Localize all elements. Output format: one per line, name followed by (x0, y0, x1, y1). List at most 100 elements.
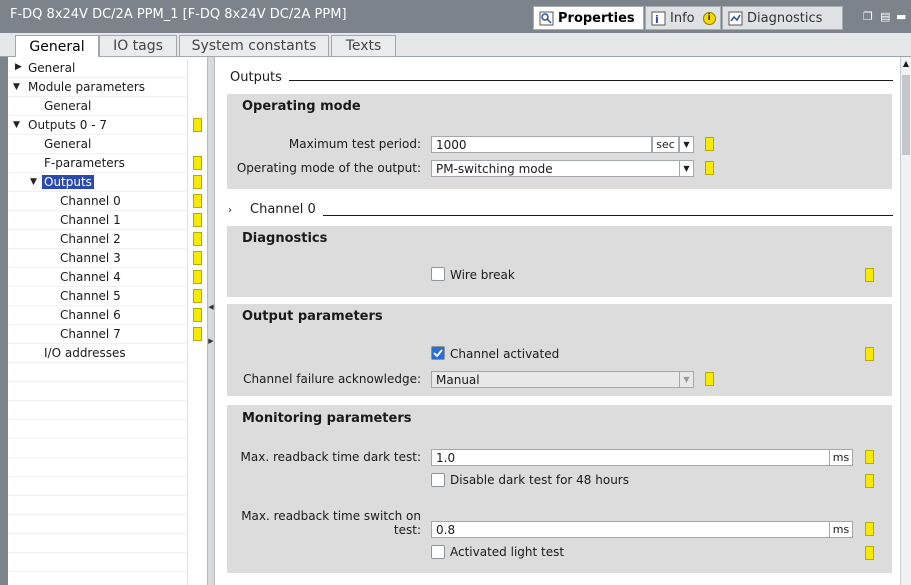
disable-dark-test-label: Disable dark test for 48 hours (450, 473, 629, 487)
scroll-thumb[interactable] (902, 75, 910, 155)
restore-icon[interactable]: ❐ (863, 10, 873, 23)
op-mode-select[interactable]: PM-switching mode (431, 160, 680, 177)
diagnostics-icon (728, 11, 743, 26)
channel-divider (323, 215, 893, 216)
tree-item-channel-6[interactable]: Channel 6 (60, 305, 121, 324)
tab-system-constants[interactable]: System constants (179, 35, 329, 57)
flag-channel-0 (193, 194, 202, 208)
window-title: F-DQ 8x24V DC/2A PPM_1 [F-DQ 8x24V DC/2A… (10, 7, 347, 22)
section-title: Output parameters (242, 309, 383, 324)
pane-splitter[interactable]: ◀ ▶ (207, 57, 215, 585)
panel-menu-icon[interactable]: ▤ (880, 10, 890, 23)
flag-channel-4 (193, 270, 202, 284)
tree-item-module-general[interactable]: General (44, 96, 91, 115)
section-operating-mode: Operating mode Maximum test period: 1000… (227, 94, 892, 189)
tab-texts[interactable]: Texts (331, 35, 396, 57)
tab-properties[interactable]: Properties (533, 6, 644, 30)
property-tabs: General IO tags System constants Texts (0, 33, 911, 58)
flag-column (187, 59, 207, 585)
flag-channel-7 (193, 327, 202, 341)
tree-item-channel-7[interactable]: Channel 7 (60, 324, 121, 343)
section-title: Monitoring parameters (242, 411, 412, 426)
tab-general[interactable]: General (15, 35, 99, 58)
collapse-arrow-icon[interactable]: ▼ (30, 177, 37, 187)
flag-dark-test (865, 450, 874, 464)
failure-ack-select[interactable]: Manual (431, 371, 680, 388)
check-icon (432, 347, 444, 359)
tree-item-module-parameters[interactable]: Module parameters (28, 77, 145, 96)
info-icon: i (651, 11, 666, 26)
left-edge-bar (0, 57, 8, 585)
channel-activated-checkbox[interactable] (431, 346, 445, 360)
header-divider (289, 80, 893, 81)
section-output-parameters: Output parameters Channel activated Chan… (227, 304, 892, 396)
flag-wire-break (865, 268, 874, 282)
svg-text:i: i (655, 13, 659, 26)
flag-max-test-period (705, 137, 714, 151)
tree-item-channel-5[interactable]: Channel 5 (60, 286, 121, 305)
switch-on-unit: ms (829, 521, 853, 538)
expand-right-icon[interactable]: ▶ (208, 337, 214, 345)
wire-break-checkbox[interactable] (431, 267, 445, 281)
section-title: Diagnostics (242, 231, 328, 246)
tab-io-tags[interactable]: IO tags (99, 35, 177, 57)
section-title: Operating mode (242, 99, 361, 114)
tab-info-label: Info (670, 10, 695, 26)
op-mode-dropdown-icon[interactable]: ▼ (679, 160, 694, 177)
tree-item-outputs[interactable]: Outputs (42, 172, 94, 191)
light-test-checkbox[interactable] (431, 545, 445, 559)
flag-disable-dark-test (865, 474, 874, 488)
expand-arrow-icon[interactable]: ▶ (15, 62, 22, 72)
tree-item-channel-0[interactable]: Channel 0 (60, 191, 121, 210)
outputs-header: Outputs (230, 70, 282, 85)
tree-item-io-addresses[interactable]: I/O addresses (44, 343, 126, 362)
navigation-tree: ▶ General ▼ Module parameters General ▼ … (0, 57, 218, 585)
scroll-up-icon[interactable]: ▲ (901, 59, 911, 68)
wire-break-label: Wire break (450, 268, 515, 282)
vertical-scrollbar[interactable]: ▲ (900, 57, 911, 585)
flag-channel-6 (193, 308, 202, 322)
tree-item-channel-2[interactable]: Channel 2 (60, 229, 121, 248)
flag-channel-activated (865, 347, 874, 361)
failure-ack-dropdown-icon[interactable]: ▼ (679, 371, 694, 388)
tree-item-channel-4[interactable]: Channel 4 (60, 267, 121, 286)
tab-diagnostics-label: Diagnostics (747, 10, 823, 26)
max-test-period-input[interactable]: 1000 (431, 136, 652, 153)
collapse-arrow-icon[interactable]: ▼ (13, 120, 20, 130)
tree-item-outputs-label: Outputs (42, 174, 94, 189)
collapse-left-icon[interactable]: ◀ (208, 303, 214, 311)
channel-expand-icon[interactable]: › (228, 205, 232, 216)
unit-dropdown-icon[interactable]: ▼ (679, 136, 694, 153)
tab-diagnostics[interactable]: Diagnostics (722, 6, 843, 30)
tree-item-general[interactable]: General (28, 58, 75, 77)
tree-item-channel-3[interactable]: Channel 3 (60, 248, 121, 267)
channel-header: Channel 0 (250, 202, 316, 217)
flag-channel-5 (193, 289, 202, 303)
max-test-period-label: Maximum test period: (288, 137, 421, 151)
tab-info[interactable]: i Info i (645, 6, 721, 30)
flag-light-test (865, 546, 874, 560)
collapse-arrow-icon[interactable]: ▼ (13, 82, 20, 92)
section-diagnostics: Diagnostics Wire break (227, 226, 892, 297)
info-warning-icon: i (702, 11, 716, 25)
switch-on-label-line2: test: (393, 523, 421, 537)
minimize-icon[interactable]: ▬ (896, 10, 906, 23)
dark-test-label: Max. readback time dark test: (240, 450, 421, 464)
flag-outputs (193, 175, 202, 189)
flag-f-parameters (193, 156, 202, 170)
flag-channel-1 (193, 213, 202, 227)
tree-item-f-parameters[interactable]: F-parameters (44, 153, 125, 172)
flag-switch-on (865, 522, 874, 536)
disable-dark-test-checkbox[interactable] (431, 473, 445, 487)
flag-failure-ack (705, 372, 714, 386)
dark-test-input[interactable]: 1.0 (431, 449, 830, 466)
switch-on-label-line1: Max. readback time switch on (241, 509, 421, 523)
dark-test-unit: ms (829, 449, 853, 466)
tree-item-outputs-0-7[interactable]: Outputs 0 - 7 (28, 115, 107, 134)
op-mode-label: Operating mode of the output: (236, 161, 421, 175)
tree-item-channel-1[interactable]: Channel 1 (60, 210, 121, 229)
content-pane: Outputs Operating mode Maximum test peri… (215, 57, 900, 585)
tree-item-outputs-general[interactable]: General (44, 134, 91, 153)
max-test-period-unit: sec (652, 136, 679, 153)
switch-on-input[interactable]: 0.8 (431, 521, 830, 538)
